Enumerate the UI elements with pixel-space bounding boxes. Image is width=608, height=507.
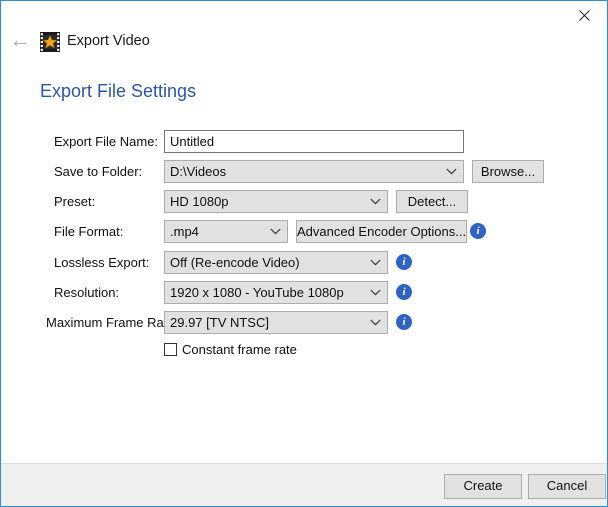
checkbox-box-icon xyxy=(164,343,177,356)
info-icon-lossless-export[interactable]: i xyxy=(396,254,412,270)
label-preset: Preset: xyxy=(54,194,96,209)
browse-button[interactable]: Browse... xyxy=(472,160,544,183)
preset-value: HD 1080p xyxy=(170,194,229,209)
film-star-icon xyxy=(40,32,60,52)
advanced-encoder-options-button[interactable]: Advanced Encoder Options... xyxy=(296,220,467,243)
chevron-down-icon xyxy=(446,161,457,182)
title-bar: ← Export Video xyxy=(1,1,607,65)
cancel-button[interactable]: Cancel xyxy=(528,474,606,499)
label-resolution: Resolution: xyxy=(54,285,120,300)
detect-button[interactable]: Detect... xyxy=(396,190,468,213)
file-format-combo[interactable]: .mp4 xyxy=(164,220,288,243)
save-to-folder-combo[interactable]: D:\Videos xyxy=(164,160,464,183)
lossless-export-value: Off (Re-encode Video) xyxy=(170,255,300,270)
chevron-down-icon xyxy=(370,252,381,273)
label-maximum-frame-rate: Maximum Frame Rate: xyxy=(46,315,179,330)
chevron-down-icon xyxy=(370,312,381,333)
dialog-footer: Create Cancel xyxy=(1,463,607,506)
constant-frame-rate-checkbox[interactable]: Constant frame rate xyxy=(164,342,297,357)
constant-frame-rate-label: Constant frame rate xyxy=(182,342,297,357)
resolution-value: 1920 x 1080 - YouTube 1080p xyxy=(170,285,344,300)
file-format-value: .mp4 xyxy=(170,224,199,239)
chevron-down-icon xyxy=(270,221,281,242)
save-to-folder-value: D:\Videos xyxy=(170,164,227,179)
lossless-export-combo[interactable]: Off (Re-encode Video) xyxy=(164,251,388,274)
maximum-frame-rate-combo[interactable]: 29.97 [TV NTSC] xyxy=(164,311,388,334)
create-button[interactable]: Create xyxy=(444,474,522,499)
page-title: Export File Settings xyxy=(40,81,197,101)
export-video-dialog: ← Export Video Export File Settings Expo… xyxy=(0,0,608,507)
window-title: Export Video xyxy=(67,33,150,49)
chevron-down-icon xyxy=(370,282,381,303)
back-arrow-icon[interactable]: ← xyxy=(8,30,32,53)
export-file-name-input[interactable] xyxy=(164,130,464,153)
close-icon[interactable] xyxy=(562,1,607,30)
label-file-format: File Format: xyxy=(54,224,124,239)
preset-combo[interactable]: HD 1080p xyxy=(164,190,388,213)
info-icon-maximum-frame-rate[interactable]: i xyxy=(396,314,412,330)
label-export-file-name: Export File Name: xyxy=(54,134,159,149)
resolution-combo[interactable]: 1920 x 1080 - YouTube 1080p xyxy=(164,281,388,304)
maximum-frame-rate-value: 29.97 [TV NTSC] xyxy=(170,315,269,330)
chevron-down-icon xyxy=(370,191,381,212)
info-icon-file-format[interactable]: i xyxy=(470,223,486,239)
info-icon-resolution[interactable]: i xyxy=(396,284,412,300)
label-lossless-export: Lossless Export: xyxy=(54,255,150,270)
label-save-to-folder: Save to Folder: xyxy=(54,164,143,179)
